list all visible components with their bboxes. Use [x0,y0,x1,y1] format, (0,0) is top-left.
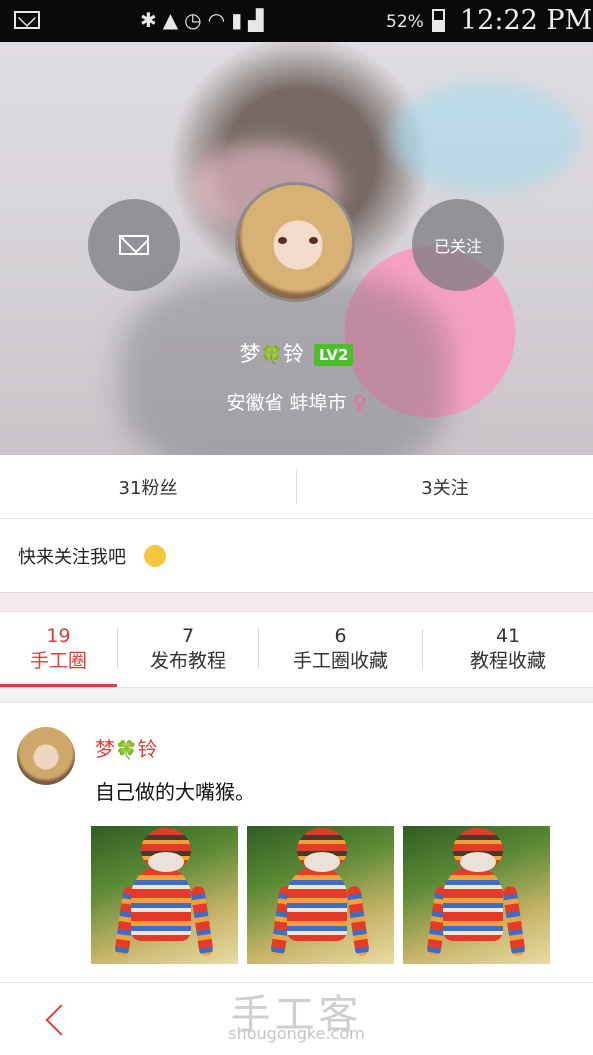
avatar[interactable] [235,182,355,302]
profile-header: 已关注 梦🍀铃 LV2 安徽省 蚌埠市 ♀ [0,42,593,455]
profile-name-row: 梦🍀铃 LV2 [0,338,593,368]
image-detail [190,885,214,957]
follow-stats: 31粉丝 3关注 [0,455,593,519]
message-button[interactable] [88,199,180,291]
battery-percent: 52% [386,12,424,32]
mute-icon: ▲ [162,8,185,32]
follow-button[interactable]: 已关注 [412,199,504,291]
wink-emoji-icon [144,544,166,567]
image-detail [346,885,370,957]
envelope-icon [119,235,149,255]
profile-location: 安徽省 蚌埠市 [226,392,347,414]
tab-count: 41 [495,625,521,647]
status-icons: ✱▲◷◠▮▟ [140,8,269,32]
section-divider [0,592,593,612]
profile-location-row: 安徽省 蚌埠市 ♀ [0,388,593,415]
watermark-url: shougongke.com [228,1024,365,1043]
tab-count: 6 [334,625,347,647]
tab-label: 教程收藏 [469,650,546,672]
image-detail [304,852,340,872]
section-divider [0,688,593,703]
post-image[interactable] [403,826,550,964]
profile-name-part: 铃 [282,342,304,366]
post-text: 自己做的大嘴猴。 [95,780,255,804]
image-detail [460,852,496,872]
post-author-part: 梦 [95,737,115,761]
image-detail [131,866,191,941]
tab-circle-favorites[interactable]: 6 手工圈收藏 [259,611,422,687]
tab-label: 手工圈 [29,650,87,672]
bluetooth-icon: ✱ [140,8,163,32]
tab-handcraft-circle[interactable]: 19 手工圈 [0,611,117,687]
level-badge: LV2 [313,344,354,366]
post-image[interactable] [91,826,238,964]
tab-count: 7 [181,625,195,647]
avatar-eye [278,237,287,244]
profile-name-part: 梦 [239,342,261,366]
profile-tabs: 19 手工圈 7 发布教程 6 手工圈收藏 41 教程收藏 [0,611,593,688]
post-author-name[interactable]: 梦🍀铃 [95,733,157,762]
image-detail [148,852,184,872]
tab-label: 发布教程 [149,650,226,672]
alarm-icon: ◷ [184,8,208,32]
battery-icon [432,9,445,32]
post-author-avatar[interactable] [17,727,75,785]
image-detail [287,866,347,941]
wifi-icon: ◠ [207,8,232,32]
tab-tutorial-favorites[interactable]: 41 教程收藏 [423,611,593,687]
following-count[interactable]: 3关注 [297,455,593,518]
image-detail [443,866,503,941]
status-bar: ✱▲◷◠▮▟ 52% 12:22 PM [0,0,593,42]
avatar-eye [309,237,318,244]
post-image[interactable] [247,826,394,964]
fans-count[interactable]: 31粉丝 [0,455,296,518]
clover-icon: 🍀 [260,345,283,366]
clock: 12:22 PM [460,5,593,36]
tab-published-tutorials[interactable]: 7 发布教程 [118,611,258,687]
tab-label: 手工圈收藏 [292,650,388,672]
bio-text: 快来关注我吧 [18,546,126,568]
female-icon: ♀ [352,392,367,414]
profile-bio: 快来关注我吧 [0,519,593,592]
image-detail [502,885,526,957]
clover-icon: 🍀 [115,740,138,761]
sim-icon: ▮ [231,8,249,32]
mail-icon [14,11,40,29]
signal-icon: ▟ [248,8,270,32]
post-author-part: 铃 [137,737,158,761]
tab-count: 19 [46,625,71,647]
